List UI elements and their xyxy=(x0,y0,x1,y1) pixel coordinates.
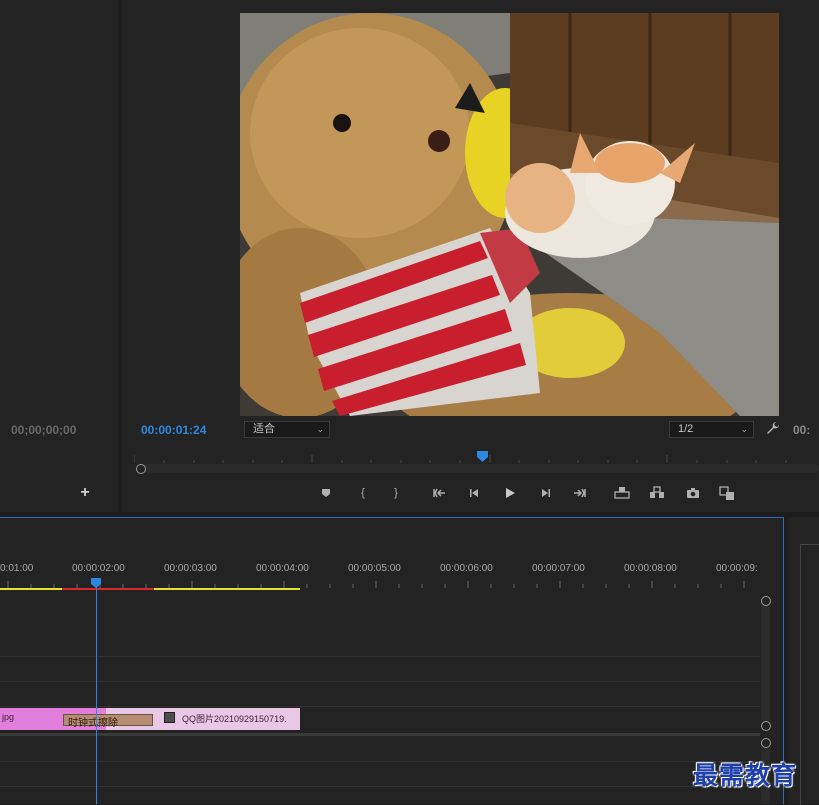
go-to-in-icon[interactable] xyxy=(431,484,449,502)
program-duration-timecode: 00: xyxy=(793,423,811,437)
fit-dropdown-value: 适合 xyxy=(253,423,275,435)
source-monitor-panel: 00;00;00;00 + xyxy=(0,0,118,512)
program-playhead[interactable] xyxy=(477,450,489,462)
render-bar-yellow xyxy=(0,588,62,590)
scrollbar-handle-bottom[interactable] xyxy=(761,721,771,731)
track-divider xyxy=(0,656,760,657)
go-to-out-icon[interactable] xyxy=(570,484,588,502)
ruler-label: 00:00:04:00 xyxy=(256,563,309,574)
scrollbar-handle-top[interactable] xyxy=(761,738,771,748)
ruler-label: 00:00:05:00 xyxy=(348,563,401,574)
mark-in-icon[interactable]: { xyxy=(354,484,372,502)
ruler-label: 0:01:00 xyxy=(0,563,34,574)
camera-icon[interactable] xyxy=(684,484,702,502)
marker-icon[interactable] xyxy=(317,484,335,502)
ruler-label: 00:00:08:00 xyxy=(624,563,677,574)
step-forward-icon[interactable] xyxy=(536,484,554,502)
transition-clock-wipe[interactable]: 时钟式擦除 xyxy=(63,714,153,729)
track-divider xyxy=(0,761,760,762)
zoom-scrollbar-handle[interactable] xyxy=(136,464,146,474)
track-divider xyxy=(0,706,760,707)
fit-dropdown[interactable]: 适合 ⌄ xyxy=(244,421,330,438)
chevron-down-icon: ⌄ xyxy=(740,424,748,434)
transition-label: 时钟式擦除 xyxy=(68,718,118,729)
program-preview-frame[interactable] xyxy=(240,13,779,416)
compare-icon[interactable] xyxy=(718,484,736,502)
video-audio-divider xyxy=(0,733,760,736)
zoom-scrollbar[interactable] xyxy=(136,464,819,473)
timeline-ruler-ticks[interactable] xyxy=(0,576,760,588)
video-tracks-scrollbar[interactable] xyxy=(761,598,770,728)
ruler-label: 00:00:09: xyxy=(716,563,758,574)
resolution-dropdown[interactable]: 1/2 ⌄ xyxy=(669,421,754,438)
wrench-icon[interactable] xyxy=(766,421,780,435)
render-bar-red xyxy=(62,588,154,590)
fx-badge-icon xyxy=(164,712,175,723)
play-icon[interactable] xyxy=(501,484,519,502)
step-back-icon[interactable] xyxy=(466,484,484,502)
ruler-label: 00:00:03:00 xyxy=(164,563,217,574)
resolution-dropdown-value: 1/2 xyxy=(678,423,694,435)
plus-icon[interactable]: + xyxy=(78,485,92,501)
ruler-label: 00:00:07:00 xyxy=(532,563,585,574)
extract-icon[interactable] xyxy=(648,484,666,502)
track-divider xyxy=(0,786,760,787)
lift-icon[interactable] xyxy=(613,484,631,502)
mark-out-icon[interactable]: } xyxy=(387,484,405,502)
preview-image xyxy=(240,13,779,416)
render-bar-yellow xyxy=(154,588,300,590)
timeline-playhead-handle[interactable] xyxy=(91,576,102,588)
clip-name: jpg xyxy=(2,712,15,722)
scrollbar-handle-top[interactable] xyxy=(761,596,771,606)
timeline-playhead-line xyxy=(96,586,97,804)
ruler-label: 00:00:02:00 xyxy=(72,563,125,574)
ruler-label: 00:00:06:00 xyxy=(440,563,493,574)
chevron-down-icon: ⌄ xyxy=(316,424,324,434)
track-divider xyxy=(0,681,760,682)
source-timecode[interactable]: 00;00;00;00 xyxy=(11,423,76,437)
watermark-text: 最需教育 xyxy=(693,761,798,790)
audio-meter xyxy=(800,544,819,805)
clip-name: QQ图片20210929150719. xyxy=(182,714,287,724)
program-timecode[interactable]: 00:00:01:24 xyxy=(141,423,206,437)
